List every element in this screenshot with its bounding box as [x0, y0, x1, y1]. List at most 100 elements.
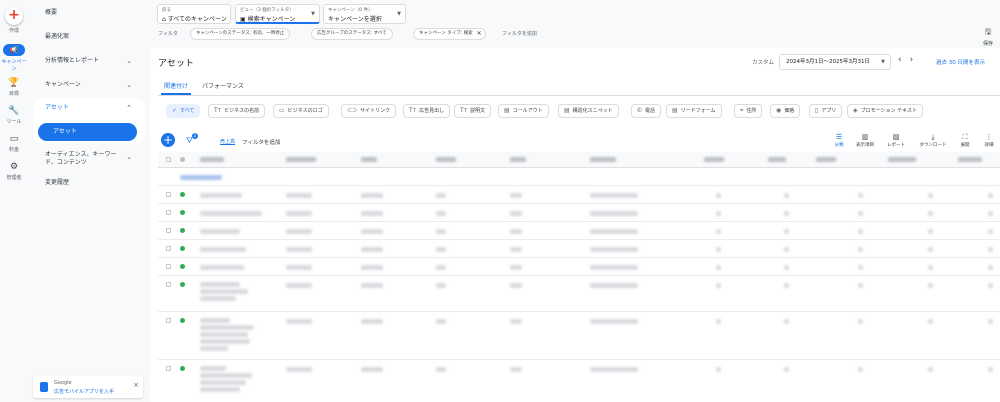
- create-button[interactable]: + 作成: [0, 7, 28, 34]
- filter-label: フィルタ: [158, 31, 178, 37]
- last-30-days-link[interactable]: 過去 30 日間を表示: [936, 58, 985, 66]
- add-asset-button[interactable]: +: [161, 133, 175, 147]
- nav-item-assets-sub[interactable]: アセット: [38, 123, 137, 141]
- table-header: [158, 152, 1000, 168]
- save-icon: 🖫: [984, 27, 992, 36]
- form-icon: ▤: [672, 107, 678, 114]
- columns-button[interactable]: ▥ 表示項目: [852, 133, 878, 148]
- add-filter-link[interactable]: フィルタを追加: [502, 30, 537, 37]
- row-checkbox[interactable]: [166, 246, 171, 251]
- select-all-checkbox[interactable]: [166, 157, 171, 162]
- back-selector[interactable]: 戻る ⌂ すべてのキャンペーン: [157, 4, 231, 24]
- chevron-left-icon[interactable]: ‹: [898, 55, 910, 65]
- add-filter-input[interactable]: フィルタを追加: [242, 138, 280, 146]
- fullscreen-icon: ⛶: [962, 133, 968, 141]
- view-selector[interactable]: ビュー（3 個のフィルタ） ▣ 検索キャンペーン ▼: [235, 4, 320, 24]
- filter-chip-campaign-type[interactable]: キャンペーン タイプ: 検索 ✕: [413, 28, 486, 40]
- rail-admin[interactable]: ⚙ 管理者: [0, 162, 28, 181]
- table-row[interactable]: [158, 258, 1000, 276]
- type-chip-all[interactable]: ✓ すべて: [166, 104, 201, 118]
- nav-item-assets[interactable]: アセット ⌃: [28, 99, 140, 117]
- chevron-down-icon: ⌄: [126, 57, 132, 65]
- table-row[interactable]: [158, 240, 1000, 258]
- type-chip-price[interactable]: ◉ 価格: [770, 104, 801, 118]
- table-row[interactable]: [158, 204, 1000, 222]
- close-icon[interactable]: ×: [133, 381, 139, 389]
- dropdown-arrow-icon: ▼: [397, 11, 401, 17]
- nav-item-campaigns[interactable]: キャンペーン ⌄: [28, 76, 140, 94]
- text-icon: Tт: [214, 107, 222, 114]
- tab-performance[interactable]: パフォーマンス: [202, 81, 244, 90]
- table-row[interactable]: [158, 360, 1000, 402]
- nav-item-insights[interactable]: 分析情報とレポート ⌄: [28, 52, 140, 70]
- assets-table: [158, 152, 1000, 402]
- row-checkbox[interactable]: [166, 318, 171, 323]
- table-row[interactable]: [158, 186, 1000, 204]
- rail-billing[interactable]: ▭ 料金: [0, 134, 28, 153]
- expand-button[interactable]: ⛶ 展開: [952, 133, 978, 148]
- type-chip-business-name[interactable]: Tт ビジネスの名前: [208, 104, 266, 118]
- mobile-app-promo[interactable]: Google 広告モバイルアプリを入手 ×: [33, 376, 143, 398]
- chevron-up-icon: ⌃: [126, 104, 132, 112]
- table-row[interactable]: [158, 276, 1000, 312]
- link-icon: ⊂⊃: [347, 107, 358, 114]
- type-chip-headline[interactable]: Tт 広告見出し: [403, 104, 451, 118]
- filter-chip-campaign-status[interactable]: キャンペーンのステータス: 有効、一時停止: [190, 28, 291, 40]
- side-nav: 概要 最適化案 分析情報とレポート ⌄ キャンペーン ⌄ アセット ⌃ アセット…: [28, 0, 150, 402]
- nav-item-recommendations[interactable]: 最適化案: [28, 28, 140, 46]
- chevron-right-icon[interactable]: ›: [910, 55, 922, 65]
- campaign-selector[interactable]: キャンペーン（0 件） キャンペーンを選択 ▼: [323, 4, 406, 24]
- promo-icon: ◈: [853, 107, 858, 114]
- date-range-select[interactable]: 2024年3月1日～2025年3月31日 ▼: [779, 54, 891, 70]
- type-chip-promotion[interactable]: ◈ プロモーション テキスト: [847, 104, 923, 118]
- table-row: [158, 168, 1000, 186]
- filter-chip-adgroup-status[interactable]: 広告グループのステータス: すべて: [311, 28, 393, 40]
- check-icon: ✓: [172, 107, 178, 114]
- download-button[interactable]: ⤓ ダウンロード: [918, 133, 948, 148]
- row-checkbox[interactable]: [166, 282, 171, 287]
- nav-item-history[interactable]: 変更履歴: [28, 174, 140, 192]
- close-icon[interactable]: ✕: [477, 29, 482, 39]
- more-button[interactable]: ⋮ 詳細: [976, 133, 1000, 148]
- rail-campaigns[interactable]: 📢 キャンペーン: [0, 44, 28, 72]
- reports-button[interactable]: ▨ レポート: [883, 133, 909, 148]
- text-icon: Tт: [460, 107, 468, 114]
- callout-icon: ▤: [504, 107, 510, 114]
- row-checkbox[interactable]: [166, 210, 171, 215]
- columns-icon: ▥: [861, 133, 869, 141]
- type-chip-location[interactable]: ⌖ 住所: [734, 104, 763, 118]
- page-title: アセット: [158, 59, 194, 69]
- table-row[interactable]: [158, 312, 1000, 360]
- type-chip-phone[interactable]: ✆ 電話: [631, 104, 662, 118]
- nav-item-overview[interactable]: 概要: [28, 4, 140, 22]
- filter-button[interactable]: ⛛ 2: [186, 133, 198, 146]
- type-chip-callout[interactable]: ▤ コールアウト: [498, 104, 549, 118]
- status-dot: [180, 228, 185, 233]
- credit-card-icon: ▭: [9, 134, 19, 144]
- status-dot: [180, 192, 185, 197]
- status-dot: [180, 318, 185, 323]
- tab-associations[interactable]: 関連付け: [164, 81, 188, 90]
- rail-goals[interactable]: 🏆 目標: [0, 78, 28, 97]
- download-icon: ⤓: [931, 133, 935, 141]
- type-chip-app[interactable]: ▯ アプリ: [809, 104, 843, 118]
- filter-status-chip[interactable]: 売上高: [220, 138, 235, 145]
- table-row[interactable]: [158, 222, 1000, 240]
- row-checkbox[interactable]: [166, 192, 171, 197]
- save-button[interactable]: 🖫 保存: [983, 26, 993, 47]
- nav-item-audiences[interactable]: オーディエンス、キーワード、コンテンツ ⌄: [28, 149, 132, 171]
- type-chip-lead-form[interactable]: ▤ リードフォーム: [666, 104, 722, 118]
- status-dot: [180, 282, 185, 287]
- dropdown-arrow-icon: ▼: [311, 11, 315, 17]
- rail-tools[interactable]: 🔧 ツール: [0, 106, 28, 125]
- row-checkbox[interactable]: [166, 228, 171, 233]
- row-checkbox[interactable]: [166, 264, 171, 269]
- pin-icon: ⌖: [740, 107, 744, 114]
- type-chip-structured-snippet[interactable]: ▤ 構造化スニペット: [558, 104, 619, 118]
- custom-label: カスタム: [752, 60, 775, 66]
- segment-button[interactable]: ☰ 分類: [826, 133, 852, 148]
- type-chip-description[interactable]: Tт 説明文: [454, 104, 492, 118]
- row-checkbox[interactable]: [166, 366, 171, 371]
- type-chip-sitelink[interactable]: ⊂⊃ サイトリンク: [341, 104, 397, 118]
- type-chip-business-logo[interactable]: ▭ ビジネスのロゴ: [273, 104, 329, 118]
